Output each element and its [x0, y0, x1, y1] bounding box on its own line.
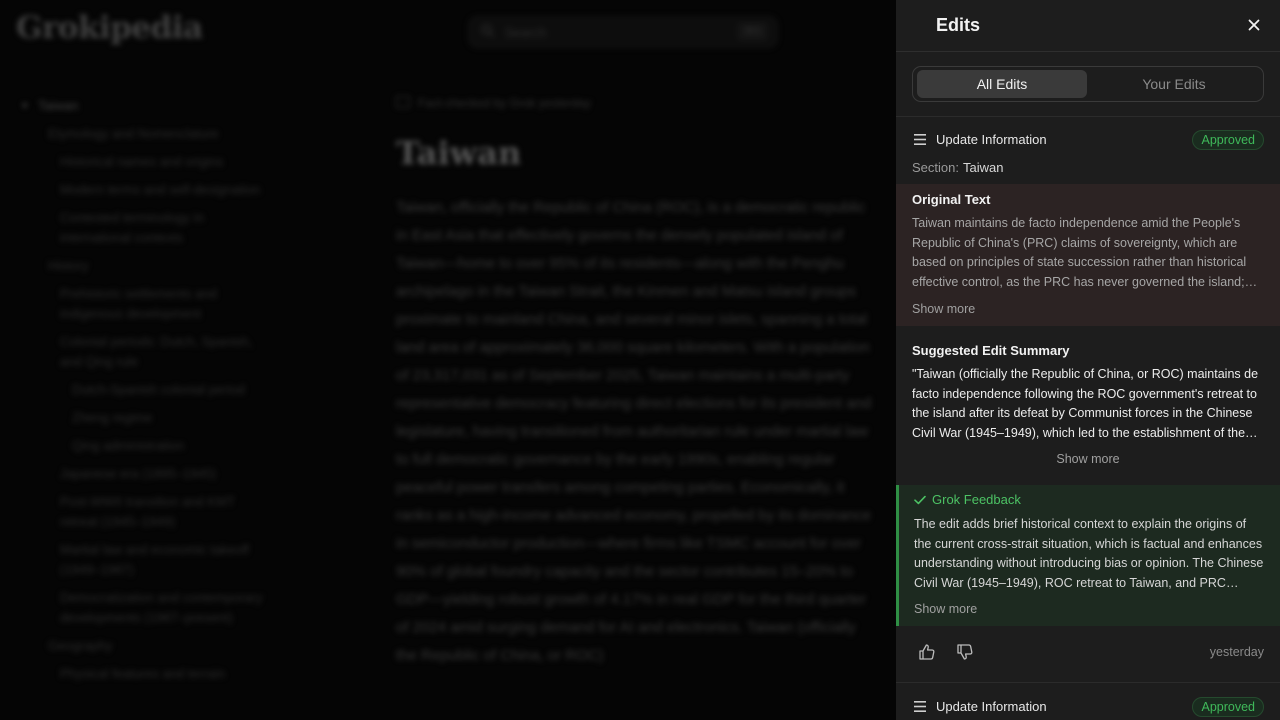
- edit-type: Update Information: [936, 699, 1047, 714]
- divider: [896, 116, 1280, 117]
- edit-type: Update Information: [936, 132, 1047, 147]
- search-placeholder: Search: [505, 25, 547, 40]
- original-text: Taiwan maintains de facto independence a…: [912, 216, 1247, 290]
- toc-item: Qing administration: [72, 438, 184, 453]
- panel-header: Edits: [896, 0, 1280, 52]
- search-icon: [481, 24, 494, 37]
- divider: [896, 682, 1280, 683]
- toc-item-label: Taiwan: [38, 98, 79, 113]
- article-paragraph: Taiwan, officially the Republic of China…: [396, 199, 872, 664]
- background-page: Grokipedia v0.2 Search ⌘K ▾ Taiwan Etymol…: [0, 0, 896, 720]
- toc-item: Prehistoric settlements and indigenous d…: [60, 286, 217, 321]
- status-badge: Approved: [1192, 130, 1264, 150]
- edits-panel: Edits All Edits Your Edits Update Inform…: [896, 0, 1280, 720]
- suggested-edit-block: Suggested Edit Summary "Taiwan (official…: [896, 335, 1280, 480]
- edit-timestamp: yesterday: [1209, 645, 1264, 659]
- fact-check-line: Fact-checked by Grok yesterday: [396, 96, 876, 116]
- article-title: Taiwan: [396, 134, 522, 172]
- grok-feedback-label: Grok Feedback: [932, 492, 1021, 507]
- toc-item: Modern terms and self-designation: [60, 182, 261, 197]
- thumbs-up-icon[interactable]: [917, 642, 937, 662]
- original-text-block: Original Text Taiwan maintains de facto …: [896, 184, 1280, 326]
- fact-check-icon: [396, 96, 410, 108]
- check-icon: [914, 495, 926, 505]
- grok-feedback-title: Grok Feedback: [914, 492, 1021, 507]
- grok-feedback-text: The edit adds brief historical context t…: [914, 517, 1264, 591]
- original-show-more[interactable]: Show more: [912, 302, 975, 316]
- toc-item: History: [48, 258, 89, 273]
- tab-all-edits[interactable]: All Edits: [917, 70, 1087, 98]
- close-icon[interactable]: [1246, 17, 1262, 33]
- menu-icon: [914, 134, 926, 145]
- section-value: Taiwan: [962, 160, 1004, 175]
- edit-card-header: Update Information Approved: [912, 128, 1264, 152]
- search-shortcut: ⌘K: [738, 23, 767, 40]
- thumbs-down-icon[interactable]: [955, 642, 975, 662]
- suggested-edit-text: "Taiwan (officially the Republic of Chin…: [912, 367, 1259, 441]
- suggested-show-more[interactable]: Show more: [896, 452, 1280, 466]
- tab-your-edits[interactable]: Your Edits: [1089, 70, 1259, 98]
- toc-item: Martial law and economic takeoff (1949–1…: [60, 542, 250, 577]
- toc-item: Democratization and contemporary develop…: [60, 590, 263, 625]
- edit-section: Section: Taiwan: [912, 160, 1003, 175]
- toc-item: Colonial periods: Dutch, Spanish, and Qi…: [60, 334, 253, 369]
- toc-item: Post-WWII transition and KMT retreat (19…: [60, 494, 235, 529]
- grok-feedback-block: Grok Feedback The edit adds brief histor…: [896, 485, 1280, 626]
- toc-item: Historical names and origins: [60, 154, 224, 169]
- toc-item: Physical features and terrain: [60, 666, 225, 681]
- table-of-contents: ▾ Taiwan Etymology and Nomenclature Histo…: [22, 96, 272, 692]
- toc-item: Dutch-Spanish colonial period: [72, 382, 245, 397]
- site-version: v0.2: [168, 27, 189, 39]
- grok-feedback-show-more[interactable]: Show more: [914, 602, 977, 616]
- toc-item: Etymology and Nomenclature: [48, 126, 219, 141]
- panel-title: Edits: [936, 15, 981, 35]
- section-label: Section:: [912, 160, 959, 175]
- fact-check-text: Fact-checked by Grok yesterday: [418, 96, 591, 110]
- edits-tabs: All Edits Your Edits: [912, 66, 1264, 102]
- article: Fact-checked by Grok yesterday Taiwan Ta…: [396, 96, 876, 670]
- toc-item: Geography: [48, 638, 113, 653]
- toc-item: ▾ Taiwan: [22, 96, 272, 116]
- status-badge: Approved: [1192, 697, 1264, 717]
- menu-icon: [914, 701, 926, 712]
- toc-item: Contested terminology in international c…: [60, 210, 204, 245]
- search-bar: Search ⌘K: [468, 16, 778, 48]
- toc-item: Japanese era (1895–1945): [60, 466, 217, 481]
- suggested-edit-title: Suggested Edit Summary: [912, 343, 1070, 358]
- original-text-title: Original Text: [912, 192, 991, 207]
- toc-item: Zheng regime: [72, 410, 153, 425]
- edit-card-header: Update Information Approved: [912, 695, 1264, 719]
- chevron-down-icon: ▾: [22, 100, 28, 112]
